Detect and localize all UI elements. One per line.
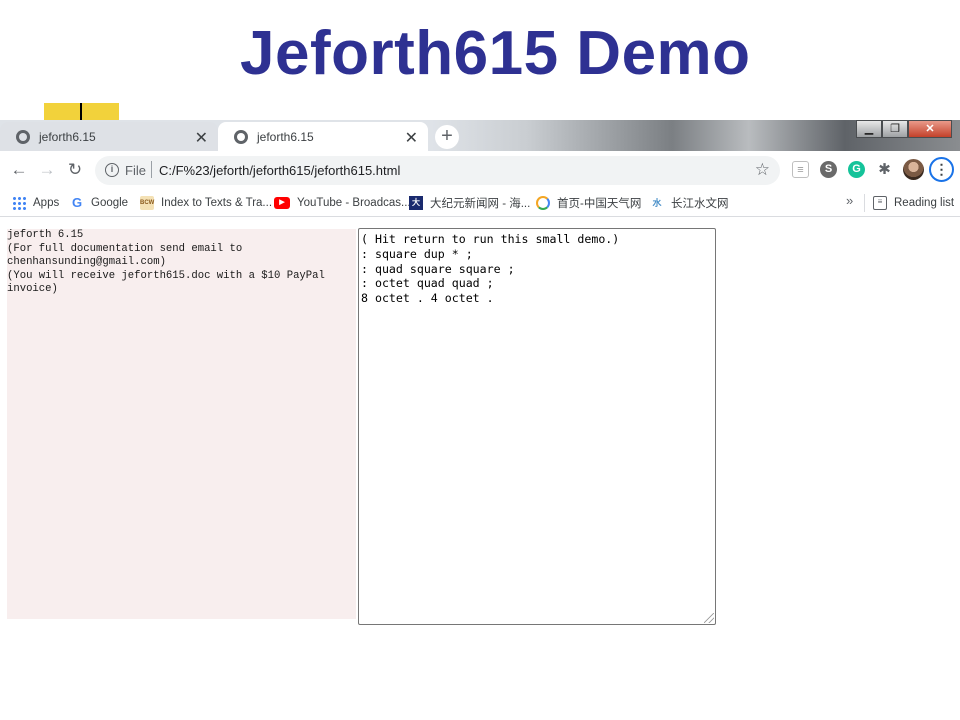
slide-title: Jeforth615 Demo bbox=[240, 19, 751, 88]
bookmark-epoch-times[interactable]: 大 大纪元新闻网 - 海... bbox=[409, 194, 530, 212]
url-scheme-label: File bbox=[125, 163, 146, 178]
grammarly-extension-icon[interactable]: G bbox=[848, 161, 865, 178]
bookmark-star-icon[interactable]: ☆ bbox=[755, 160, 770, 180]
weather-icon bbox=[536, 196, 550, 210]
new-tab-button[interactable]: + bbox=[435, 125, 459, 149]
tab-label: jeforth6.15 bbox=[257, 129, 314, 144]
google-icon: G bbox=[71, 195, 83, 210]
divider bbox=[151, 161, 152, 178]
forth-output-pane: jeforth 6.15 (For full documentation sen… bbox=[7, 229, 356, 619]
bookmark-label: Google bbox=[91, 197, 129, 209]
divider bbox=[864, 194, 865, 212]
browser-toolbar: ← → ↻ i File C:/F%23/jeforth/jeforth615/… bbox=[0, 151, 960, 189]
bookmark-changjiang-water[interactable]: 水 长江水文网 bbox=[650, 194, 729, 212]
profile-avatar[interactable] bbox=[903, 159, 924, 180]
bookmark-label: 大纪元新闻网 - 海... bbox=[430, 198, 531, 210]
tab-jeforth-2[interactable]: jeforth6.15 ✕ bbox=[218, 122, 428, 151]
bookmark-label: YouTube - Broadcas... bbox=[297, 197, 411, 209]
puzzle-extensions-icon[interactable]: ✱ bbox=[876, 161, 893, 178]
window-controls: ▁ ❐ ✕ bbox=[856, 120, 952, 138]
maximize-button[interactable]: ❐ bbox=[882, 120, 908, 138]
clipboard-extension-icon[interactable]: ≡ bbox=[792, 161, 809, 178]
skype-extension-icon[interactable]: S bbox=[820, 161, 837, 178]
youtube-icon: ▶ bbox=[274, 197, 290, 209]
water-icon: 水 bbox=[652, 198, 662, 208]
tab-strip: jeforth6.15 ✕ jeforth6.15 ✕ + ▁ ❐ ✕ bbox=[0, 120, 960, 151]
forward-button[interactable]: → bbox=[36, 159, 58, 181]
globe-icon bbox=[234, 129, 248, 144]
bookmark-index-to-texts[interactable]: BCW Index to Texts & Tra... bbox=[140, 194, 272, 212]
forth-input-textarea[interactable]: ( Hit return to run this small demo.) : … bbox=[358, 228, 716, 625]
bookmark-apps[interactable]: Apps bbox=[12, 194, 59, 212]
bookmark-china-weather[interactable]: 首页-中国天气网 bbox=[536, 194, 641, 212]
bookmark-label: Index to Texts & Tra... bbox=[161, 197, 273, 209]
bookmarks-bar: Apps G Google BCW Index to Texts & Tra..… bbox=[0, 189, 960, 217]
url-text[interactable]: C:/F%23/jeforth/jeforth615/jeforth615.ht… bbox=[159, 163, 400, 178]
bcw-icon: BCW bbox=[140, 196, 154, 210]
close-icon[interactable]: ✕ bbox=[195, 128, 208, 148]
bookmark-label: 长江水文网 bbox=[671, 198, 729, 210]
bookmarks-overflow-button[interactable]: » bbox=[846, 193, 853, 208]
window-close-button[interactable]: ✕ bbox=[908, 120, 952, 138]
reload-button[interactable]: ↻ bbox=[64, 159, 86, 181]
bookmark-youtube[interactable]: ▶ YouTube - Broadcas... bbox=[274, 194, 411, 212]
reading-list-icon: ≡ bbox=[873, 196, 887, 210]
epoch-times-icon: 大 bbox=[409, 196, 423, 210]
page-content: jeforth 6.15 (For full documentation sen… bbox=[0, 218, 960, 630]
bookmark-google[interactable]: G Google bbox=[70, 194, 128, 212]
minimize-button[interactable]: ▁ bbox=[856, 120, 882, 138]
tab-jeforth-1[interactable]: jeforth6.15 ✕ bbox=[0, 122, 218, 151]
globe-icon bbox=[16, 129, 30, 144]
tab-label: jeforth6.15 bbox=[39, 129, 96, 144]
back-button[interactable]: ← bbox=[8, 159, 30, 181]
reading-list-button[interactable]: ≡ Reading list bbox=[873, 194, 954, 212]
slide: Jeforth615 Demo jeforth6.15 ✕ jeforth6.1… bbox=[0, 0, 960, 720]
bookmark-label: Apps bbox=[33, 197, 60, 209]
close-icon[interactable]: ✕ bbox=[405, 128, 418, 148]
info-icon[interactable]: i bbox=[105, 163, 119, 177]
reading-list-label: Reading list bbox=[894, 197, 955, 209]
bookmark-label: 首页-中国天气网 bbox=[557, 198, 642, 210]
textarea-resize-handle[interactable] bbox=[704, 613, 714, 623]
browser-menu-button[interactable]: ⋮ bbox=[929, 157, 954, 182]
browser-window: jeforth6.15 ✕ jeforth6.15 ✕ + ▁ ❐ ✕ ← → … bbox=[0, 120, 960, 630]
apps-grid-icon bbox=[12, 196, 26, 210]
address-bar[interactable]: i File C:/F%23/jeforth/jeforth615/jefort… bbox=[95, 156, 780, 185]
